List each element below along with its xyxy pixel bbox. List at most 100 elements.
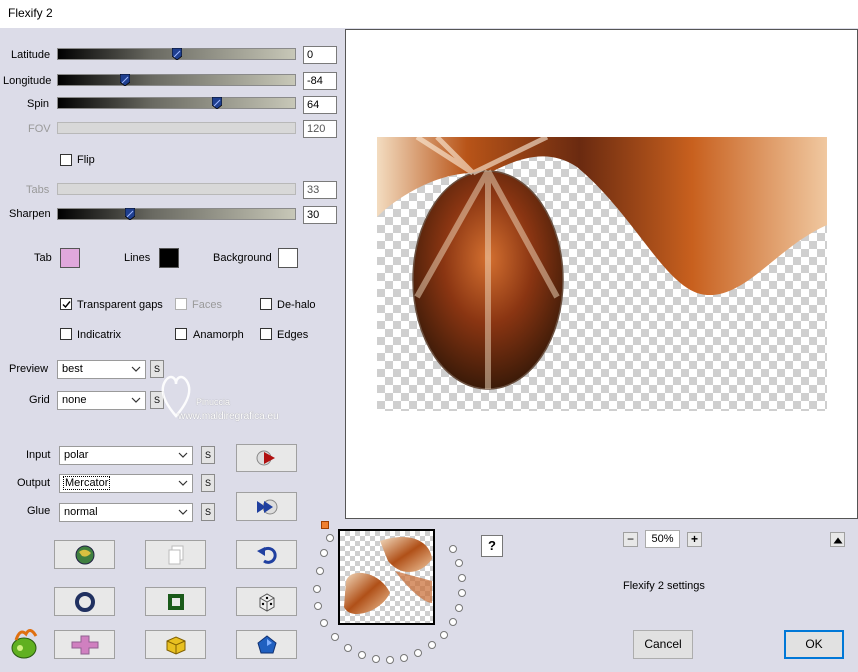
de-halo-label: De-halo	[277, 299, 316, 311]
grid-select[interactable]: none	[57, 391, 146, 410]
anamorph-checkbox[interactable]	[175, 328, 187, 340]
spin-value[interactable]: 64	[303, 96, 337, 114]
output-select[interactable]: Mercator	[59, 474, 193, 493]
navigator-dot[interactable]	[455, 604, 463, 612]
navigator-dot[interactable]	[358, 651, 366, 659]
navigator-dot[interactable]	[414, 649, 422, 657]
dice-icon	[259, 592, 274, 612]
watermark-line1: Pinuccia	[196, 397, 231, 407]
cube-icon	[166, 635, 185, 655]
edges-checkbox[interactable]	[260, 328, 272, 340]
longitude-slider-thumb[interactable]	[120, 74, 130, 86]
navigator-dot[interactable]	[449, 545, 457, 553]
navigator-dot[interactable]	[449, 618, 457, 626]
collapse-button[interactable]	[830, 532, 845, 547]
ok-button[interactable]: OK	[784, 630, 844, 659]
zoom-in-button[interactable]: +	[687, 532, 702, 547]
help-button[interactable]: ?	[481, 535, 503, 557]
chevron-down-icon	[131, 397, 141, 403]
latitude-slider[interactable]	[57, 48, 296, 60]
preview-panel[interactable]	[345, 29, 858, 519]
cross-icon	[71, 635, 98, 654]
spin-slider-thumb[interactable]	[212, 97, 222, 109]
output-s-button[interactable]: S	[201, 474, 215, 492]
navigator-dot[interactable]	[428, 641, 436, 649]
input-select[interactable]: polar	[59, 446, 193, 465]
navigator-dot[interactable]	[344, 644, 352, 652]
sharpen-slider[interactable]	[57, 208, 296, 220]
cube-button[interactable]	[145, 630, 206, 659]
tab-color-swatch[interactable]	[60, 248, 80, 268]
fast-forward-button[interactable]	[236, 492, 297, 521]
navigator-dot[interactable]	[440, 631, 448, 639]
fov-slider	[57, 122, 296, 134]
navigator-dot[interactable]	[455, 559, 463, 567]
pentagon-icon	[256, 634, 277, 653]
latitude-value[interactable]: 0	[303, 46, 337, 64]
navigator-handle-icon[interactable]	[321, 521, 329, 529]
watermark-line2: www.maldiregrafica.eu	[178, 411, 279, 422]
cancel-button[interactable]: Cancel	[633, 630, 693, 659]
title-bar: Flexify 2	[0, 0, 858, 28]
undo-button[interactable]	[236, 540, 297, 569]
sharpen-value[interactable]: 30	[303, 206, 337, 224]
fov-label: FOV	[28, 123, 51, 135]
sharpen-label: Sharpen	[9, 208, 51, 220]
flip-label: Flip	[77, 154, 95, 166]
dice-button[interactable]	[236, 587, 297, 616]
chevron-down-icon	[131, 366, 141, 372]
background-color-swatch[interactable]	[278, 248, 298, 268]
sharpen-slider-thumb[interactable]	[125, 208, 135, 220]
globe-button[interactable]	[54, 540, 115, 569]
ring-button[interactable]	[54, 587, 115, 616]
settings-label: Flexify 2 settings	[623, 580, 705, 592]
longitude-slider[interactable]	[57, 74, 296, 86]
glue-select[interactable]: normal	[59, 503, 193, 522]
glue-s-button[interactable]: S	[201, 503, 215, 521]
chevron-down-icon	[178, 509, 188, 515]
navigator-dot[interactable]	[314, 602, 322, 610]
grid-label: Grid	[29, 394, 50, 406]
frame-button[interactable]	[145, 587, 206, 616]
latitude-slider-thumb[interactable]	[172, 48, 182, 60]
tabs-value: 33	[303, 181, 337, 199]
transparent-gaps-checkbox[interactable]	[60, 298, 72, 310]
ring-icon	[74, 591, 95, 612]
longitude-value[interactable]: -84	[303, 72, 337, 90]
navigator-dot[interactable]	[458, 589, 466, 597]
preview-image	[377, 137, 827, 411]
preview-label: Preview	[9, 363, 49, 375]
chevron-down-icon	[178, 452, 188, 458]
window-title: Flexify 2	[8, 6, 53, 20]
navigator-dot[interactable]	[326, 534, 334, 542]
pentagon-button[interactable]	[236, 630, 297, 659]
navigator-dot[interactable]	[316, 567, 324, 575]
navigator-dot[interactable]	[320, 619, 328, 627]
chevron-down-icon	[178, 480, 188, 486]
play-arrow-icon	[256, 450, 275, 466]
navigator-dot[interactable]	[386, 656, 394, 664]
plus-icon: +	[690, 532, 698, 546]
navigator-dot[interactable]	[372, 655, 380, 663]
fast-forward-icon	[256, 499, 277, 514]
transparent-gaps-label: Transparent gaps	[77, 299, 163, 311]
preview-select[interactable]: best	[57, 360, 146, 379]
spin-slider[interactable]	[57, 97, 296, 109]
indicatrix-checkbox[interactable]	[60, 328, 72, 340]
navigator-dot[interactable]	[400, 654, 408, 662]
de-halo-checkbox[interactable]	[260, 298, 272, 310]
navigator-dot[interactable]	[313, 585, 321, 593]
flip-checkbox[interactable]	[60, 154, 72, 166]
navigator-dot[interactable]	[320, 549, 328, 557]
cross-button[interactable]	[54, 630, 115, 659]
thumbnail-preview[interactable]	[338, 529, 435, 625]
copy-button[interactable]	[145, 540, 206, 569]
navigator-dot[interactable]	[458, 574, 466, 582]
lines-color-label: Lines	[124, 252, 151, 264]
lines-color-swatch[interactable]	[159, 248, 179, 268]
input-s-button[interactable]: S	[201, 446, 215, 464]
zoom-out-button[interactable]: −	[623, 532, 638, 547]
glue-label: Glue	[27, 505, 51, 517]
render-preview-button[interactable]	[236, 444, 297, 472]
navigator-dot[interactable]	[331, 633, 339, 641]
